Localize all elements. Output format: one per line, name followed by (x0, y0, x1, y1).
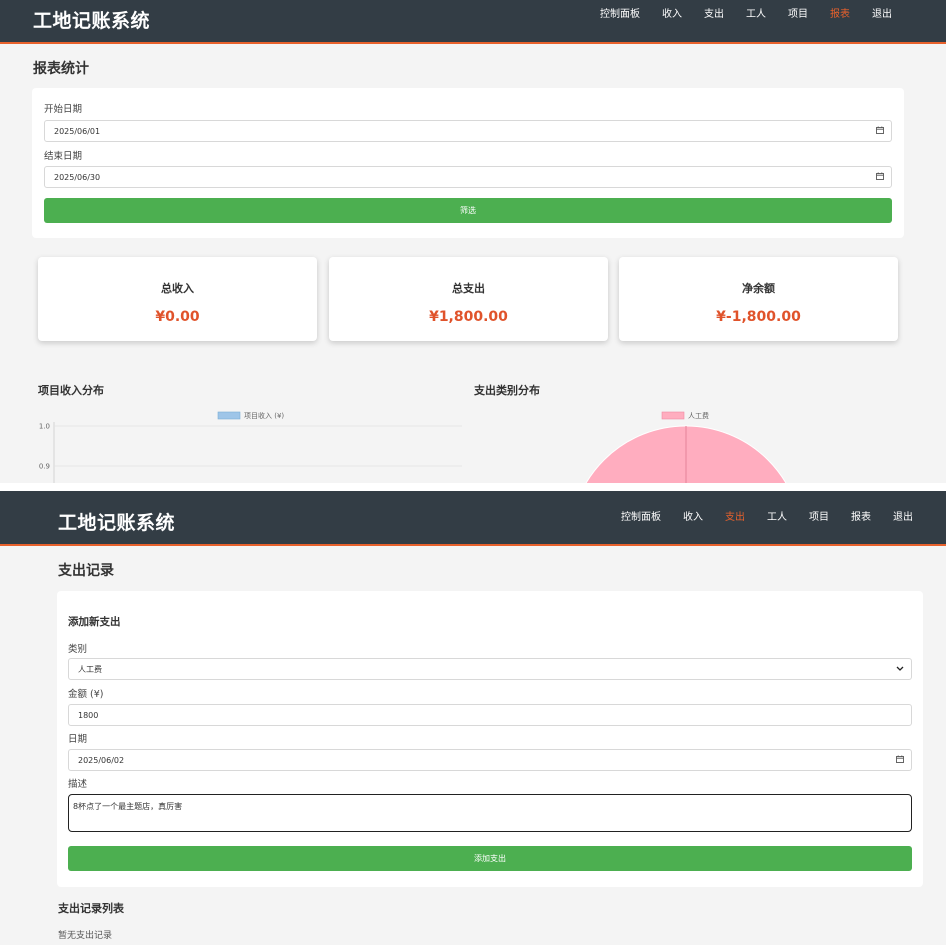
end-date-label: 结束日期 (44, 151, 83, 162)
income-chart-title: 项目收入分布 (38, 384, 104, 397)
nav-projects[interactable]: 项目 (788, 8, 808, 22)
legend-swatch (217, 411, 241, 420)
calendar-icon[interactable] (876, 126, 884, 136)
y-tick-label: 0.9 (39, 463, 50, 471)
description-textarea[interactable]: 8杯点了一个最主题店，真厉害 (68, 794, 912, 832)
add-expense-button[interactable]: 添加支出 (68, 846, 912, 871)
net-balance-card: 净余额 ¥-1,800.00 (619, 257, 898, 341)
expense-pie-chart: 人工费 (585, 411, 787, 483)
total-expense-card: 总支出 ¥1,800.00 (329, 257, 608, 341)
net-balance-value: ¥-1,800.00 (716, 309, 801, 325)
category-select[interactable]: 人工费 (68, 658, 912, 680)
y-tick-label: 1.0 (39, 423, 50, 431)
expense-chart-title: 支出类别分布 (474, 384, 540, 397)
amount-label: 金额 (¥) (68, 689, 104, 700)
nav-dashboard[interactable]: 控制面板 (600, 8, 640, 22)
nav-logout[interactable]: 退出 (893, 511, 913, 525)
net-balance-title: 净余额 (742, 282, 775, 295)
amount-value: 1800 (78, 710, 99, 720)
nav-dashboard[interactable]: 控制面板 (621, 511, 661, 525)
legend-label: 人工费 (688, 411, 709, 420)
chevron-down-icon[interactable] (896, 665, 904, 674)
add-expense-title: 添加新支出 (68, 616, 121, 628)
total-expense-title: 总支出 (452, 282, 485, 295)
date-filter-card: 开始日期 2025/06/01 结束日期 2025/06/30 筛选 (32, 88, 904, 238)
nav-reports[interactable]: 报表 (830, 8, 850, 22)
nav-expense[interactable]: 支出 (704, 8, 724, 22)
filter-button[interactable]: 筛选 (44, 198, 892, 223)
income-bar-chart: 项目收入 (¥) 1.0 0.9 (39, 411, 462, 483)
category-label: 类别 (68, 644, 88, 655)
nav-income[interactable]: 收入 (683, 511, 703, 525)
nav-income[interactable]: 收入 (662, 8, 682, 22)
top-navbar: 工地记账系统 控制面板 收入 支出 工人 项目 报表 退出 (0, 491, 946, 546)
legend-swatch (661, 411, 685, 420)
calendar-icon[interactable] (876, 172, 884, 182)
legend-label: 项目收入 (¥) (244, 411, 284, 420)
total-expense-value: ¥1,800.00 (429, 309, 508, 325)
end-date-input[interactable]: 2025/06/30 (44, 166, 892, 188)
expense-screenshot: 工地记账系统 控制面板 收入 支出 工人 项目 报表 退出 支出记录 添加新支出… (0, 491, 946, 945)
page-title: 报表统计 (33, 61, 89, 77)
date-label: 日期 (68, 734, 88, 745)
date-input[interactable]: 2025/06/02 (68, 749, 912, 771)
nav-projects[interactable]: 项目 (809, 511, 829, 525)
empty-list-text: 暂无支出记录 (58, 931, 113, 941)
nav-menu: 控制面板 收入 支出 工人 项目 报表 退出 (599, 511, 913, 525)
nav-workers[interactable]: 工人 (767, 511, 787, 525)
add-expense-card: 添加新支出 类别 人工费 金额 (¥) 1800 日期 2025/06/02 描… (57, 591, 923, 887)
category-value: 人工费 (78, 664, 102, 674)
nav-workers[interactable]: 工人 (746, 8, 766, 22)
reports-screenshot: 工地记账系统 控制面板 收入 支出 工人 项目 报表 退出 报表统计 开始日期 … (0, 0, 946, 483)
total-income-title: 总收入 (161, 282, 194, 295)
calendar-icon[interactable] (896, 755, 904, 765)
nav-reports[interactable]: 报表 (851, 511, 871, 525)
amount-input[interactable]: 1800 (68, 704, 912, 726)
expense-list-title: 支出记录列表 (58, 902, 124, 915)
nav-logout[interactable]: 退出 (872, 8, 892, 22)
start-date-value: 2025/06/01 (54, 126, 101, 136)
description-value: 8杯点了一个最主题店，真厉害 (73, 802, 183, 811)
app-brand[interactable]: 工地记账系统 (33, 6, 150, 33)
end-date-value: 2025/06/30 (54, 172, 101, 182)
app-brand[interactable]: 工地记账系统 (58, 508, 175, 535)
nav-menu: 控制面板 收入 支出 工人 项目 报表 退出 (578, 8, 892, 22)
total-income-card: 总收入 ¥0.00 (38, 257, 317, 341)
page-title: 支出记录 (58, 563, 114, 579)
nav-expense[interactable]: 支出 (725, 511, 745, 525)
date-value: 2025/06/02 (78, 755, 125, 765)
total-income-value: ¥0.00 (155, 309, 200, 325)
start-date-label: 开始日期 (44, 104, 83, 115)
top-navbar: 工地记账系统 控制面板 收入 支出 工人 项目 报表 退出 (0, 0, 946, 44)
description-label: 描述 (68, 779, 88, 790)
start-date-input[interactable]: 2025/06/01 (44, 120, 892, 142)
